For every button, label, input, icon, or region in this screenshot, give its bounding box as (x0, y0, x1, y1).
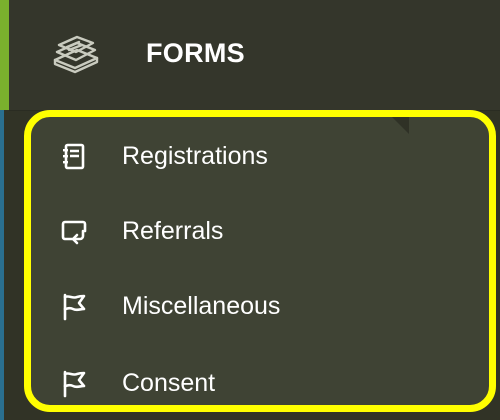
menu-item-consent[interactable]: Consent (31, 349, 489, 405)
menu-item-label: Miscellaneous (122, 292, 281, 320)
left-edge-strip (0, 110, 4, 420)
stack-of-papers-icon (49, 34, 103, 74)
notebook-icon (59, 142, 89, 172)
menu-item-referrals[interactable]: Referrals (31, 197, 489, 267)
menu-item-label: Registrations (122, 142, 268, 170)
flag-icon (59, 292, 89, 322)
comment-return-icon (59, 217, 89, 247)
flag-icon (59, 369, 89, 399)
forms-nav-item[interactable]: FORMS (9, 0, 500, 111)
menu-item-label: Consent (122, 369, 216, 397)
forms-menu-screen: FORMS Registrations Referrals Miscellane… (0, 0, 500, 420)
menu-item-miscellaneous[interactable]: Miscellaneous (31, 272, 489, 342)
forms-title: FORMS (146, 38, 245, 68)
forms-submenu: Registrations Referrals Miscellaneous Co… (24, 110, 496, 412)
menu-item-registrations[interactable]: Registrations (31, 122, 489, 192)
menu-item-label: Referrals (122, 217, 224, 245)
active-accent-bar (0, 0, 9, 110)
